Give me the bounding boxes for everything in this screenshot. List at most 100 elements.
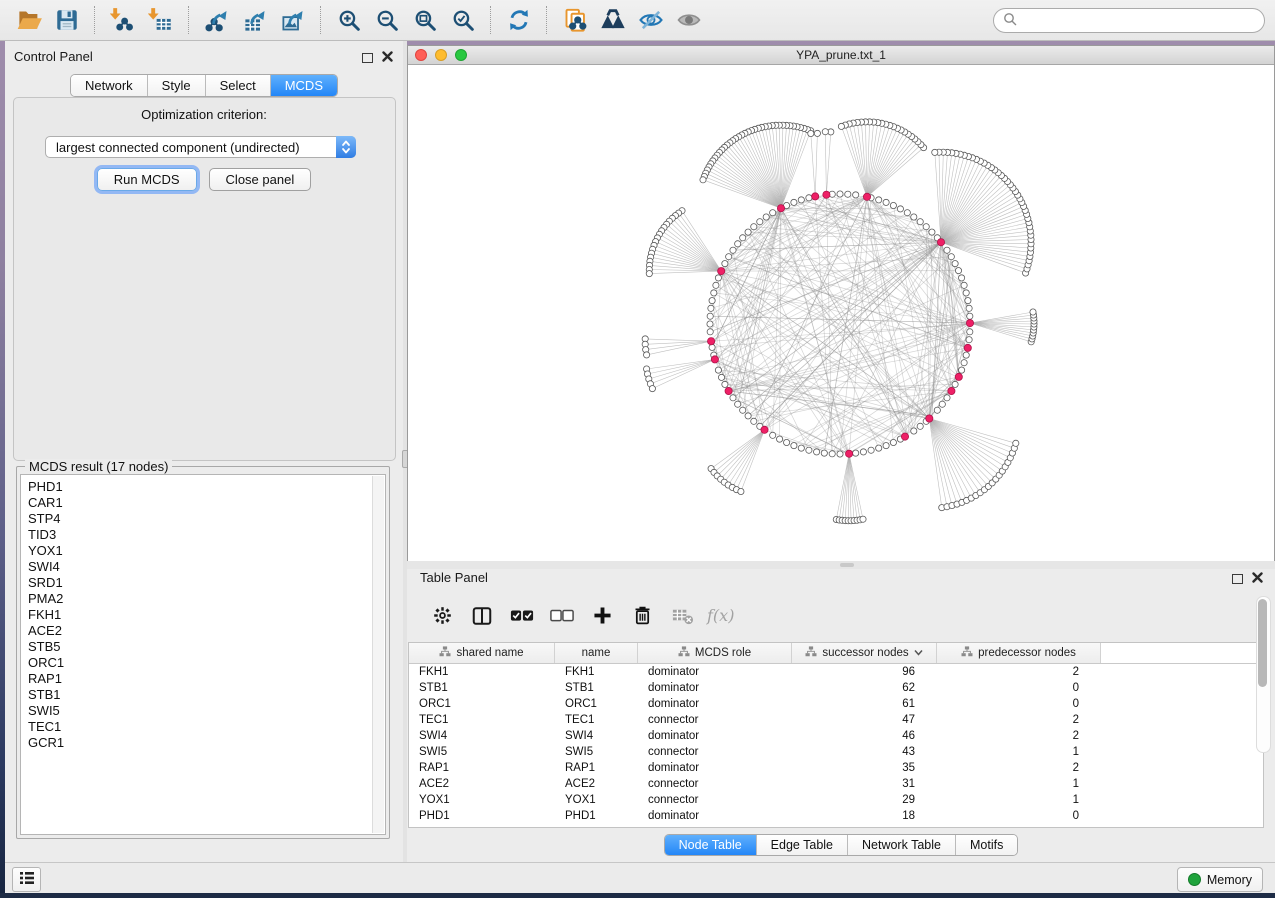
table-row[interactable]: ACE2ACE2connector311 bbox=[409, 776, 1263, 792]
export-table-button[interactable] bbox=[236, 4, 274, 36]
table-header-row: shared namenameMCDS role successor nodes p… bbox=[409, 643, 1263, 664]
table-row[interactable]: FKH1FKH1dominator962 bbox=[409, 664, 1263, 680]
cell-shared-name: YOX1 bbox=[409, 794, 555, 806]
tab-select[interactable]: Select bbox=[206, 75, 271, 96]
table-row[interactable]: TEC1TEC1connector472 bbox=[409, 712, 1263, 728]
toolbar-separator bbox=[188, 6, 190, 34]
mcds-result-item[interactable]: SWI5 bbox=[28, 703, 385, 719]
mcds-result-item[interactable]: PHD1 bbox=[28, 479, 385, 495]
close-panel-button[interactable]: Close panel bbox=[209, 168, 312, 191]
network-canvas[interactable] bbox=[408, 65, 1274, 561]
tab-mcds[interactable]: MCDS bbox=[271, 75, 337, 96]
mcds-result-item[interactable]: STP4 bbox=[28, 511, 385, 527]
mcds-result-item[interactable]: TEC1 bbox=[28, 719, 385, 735]
mcds-list-scrollbar[interactable] bbox=[372, 476, 384, 833]
mcds-result-item[interactable]: GCR1 bbox=[28, 735, 385, 751]
tab-node-table[interactable]: Node Table bbox=[665, 835, 757, 855]
mcds-result-item[interactable]: TID3 bbox=[28, 527, 385, 543]
cell-MCDS-role: dominator bbox=[638, 730, 792, 742]
cell-MCDS-role: connector bbox=[638, 746, 792, 758]
zoom-in-button[interactable] bbox=[330, 4, 368, 36]
run-mcds-button[interactable]: Run MCDS bbox=[97, 168, 197, 191]
import-network-button[interactable] bbox=[104, 4, 142, 36]
show-all-button[interactable] bbox=[670, 4, 708, 36]
mcds-result-item[interactable]: SRD1 bbox=[28, 575, 385, 591]
cell-successor-nodes: 46 bbox=[792, 730, 937, 742]
cell-name: RAP1 bbox=[555, 762, 638, 774]
deselect-all-rows-button[interactable] bbox=[545, 599, 579, 633]
delete-column-button[interactable] bbox=[625, 599, 659, 633]
open-file-button[interactable] bbox=[10, 4, 48, 36]
table-scrollbar-thumb[interactable] bbox=[1258, 599, 1267, 687]
horizontal-splitter-handle[interactable] bbox=[840, 563, 854, 567]
table-row[interactable]: PHD1PHD1dominator180 bbox=[409, 808, 1263, 824]
column-settings-button[interactable] bbox=[425, 599, 459, 633]
mcds-result-item[interactable]: ORC1 bbox=[28, 655, 385, 671]
add-column-button[interactable] bbox=[585, 599, 619, 633]
cell-predecessor-nodes: 2 bbox=[937, 666, 1101, 678]
criterion-select[interactable]: largest connected component (undirected) bbox=[45, 136, 356, 158]
table-row[interactable]: SWI4SWI4dominator462 bbox=[409, 728, 1263, 744]
network-graph bbox=[408, 65, 1274, 561]
tab-style[interactable]: Style bbox=[148, 75, 206, 96]
close-panel-icon[interactable] bbox=[382, 50, 393, 65]
tab-network[interactable]: Network bbox=[71, 75, 148, 96]
table-row[interactable]: ORC1ORC1dominator610 bbox=[409, 696, 1263, 712]
network-window-title: YPA_prune.txt_1 bbox=[408, 48, 1274, 62]
close-table-panel-icon[interactable] bbox=[1252, 571, 1263, 586]
zoom-fit-button[interactable] bbox=[406, 4, 444, 36]
export-network-button[interactable] bbox=[198, 4, 236, 36]
mcds-result-list[interactable]: PHD1CAR1STP4TID3YOX1SWI4SRD1PMA2FKH1ACE2… bbox=[20, 474, 386, 835]
cell-successor-nodes: 18 bbox=[792, 810, 937, 822]
cell-MCDS-role: dominator bbox=[638, 762, 792, 774]
clone-network-button[interactable] bbox=[556, 4, 594, 36]
float-table-panel-icon[interactable] bbox=[1232, 574, 1243, 584]
network-window-titlebar[interactable]: YPA_prune.txt_1 bbox=[408, 46, 1274, 65]
mcds-result-item[interactable]: YOX1 bbox=[28, 543, 385, 559]
tab-motifs[interactable]: Motifs bbox=[956, 835, 1017, 855]
column-header-predecessor-nodes[interactable]: predecessor nodes bbox=[937, 643, 1101, 663]
refresh-view-button[interactable] bbox=[500, 4, 538, 36]
hide-selected-button[interactable] bbox=[632, 4, 670, 36]
zoom-out-button[interactable] bbox=[368, 4, 406, 36]
split-view-button[interactable] bbox=[465, 599, 499, 633]
mcds-result-item[interactable]: CAR1 bbox=[28, 495, 385, 511]
memory-status-icon bbox=[1188, 873, 1201, 886]
cell-shared-name: ORC1 bbox=[409, 698, 555, 710]
select-all-rows-button[interactable] bbox=[505, 599, 539, 633]
save-session-button[interactable] bbox=[48, 4, 86, 36]
cell-predecessor-nodes: 0 bbox=[937, 682, 1101, 694]
column-header-MCDS-role[interactable]: MCDS role bbox=[638, 643, 792, 663]
task-history-button[interactable] bbox=[12, 867, 41, 892]
column-header-name[interactable]: name bbox=[555, 643, 638, 663]
export-image-button[interactable] bbox=[274, 4, 312, 36]
mcds-result-item[interactable]: FKH1 bbox=[28, 607, 385, 623]
mcds-result-item[interactable]: RAP1 bbox=[28, 671, 385, 687]
mcds-result-item[interactable]: ACE2 bbox=[28, 623, 385, 639]
memory-button[interactable]: Memory bbox=[1177, 867, 1263, 892]
table-row[interactable]: YOX1YOX1connector291 bbox=[409, 792, 1263, 808]
mcds-result-item[interactable]: SWI4 bbox=[28, 559, 385, 575]
cell-MCDS-role: connector bbox=[638, 714, 792, 726]
table-toolbar: f(x) bbox=[415, 594, 1267, 637]
zoom-selected-button[interactable] bbox=[444, 4, 482, 36]
mcds-result-item[interactable]: STB1 bbox=[28, 687, 385, 703]
table-row[interactable]: SWI5SWI5connector431 bbox=[409, 744, 1263, 760]
column-header-shared-name[interactable]: shared name bbox=[409, 643, 555, 663]
float-panel-icon[interactable] bbox=[362, 53, 373, 63]
table-scrollbar[interactable] bbox=[1256, 596, 1271, 753]
mcds-result-item[interactable]: PMA2 bbox=[28, 591, 385, 607]
search-objects-button[interactable] bbox=[594, 4, 632, 36]
column-header-successor-nodes[interactable]: successor nodes bbox=[792, 643, 937, 663]
table-panel-window-buttons bbox=[1232, 571, 1263, 586]
desktop-wallpaper-bottom bbox=[0, 893, 1275, 898]
column-header-label: successor nodes bbox=[822, 647, 908, 659]
table-row[interactable]: STB1STB1dominator620 bbox=[409, 680, 1263, 696]
search-input[interactable] bbox=[993, 8, 1265, 33]
tab-network-table[interactable]: Network Table bbox=[848, 835, 956, 855]
import-table-button[interactable] bbox=[142, 4, 180, 36]
tab-edge-table[interactable]: Edge Table bbox=[757, 835, 848, 855]
table-row[interactable]: RAP1RAP1dominator352 bbox=[409, 760, 1263, 776]
cell-MCDS-role: connector bbox=[638, 794, 792, 806]
mcds-result-item[interactable]: STB5 bbox=[28, 639, 385, 655]
